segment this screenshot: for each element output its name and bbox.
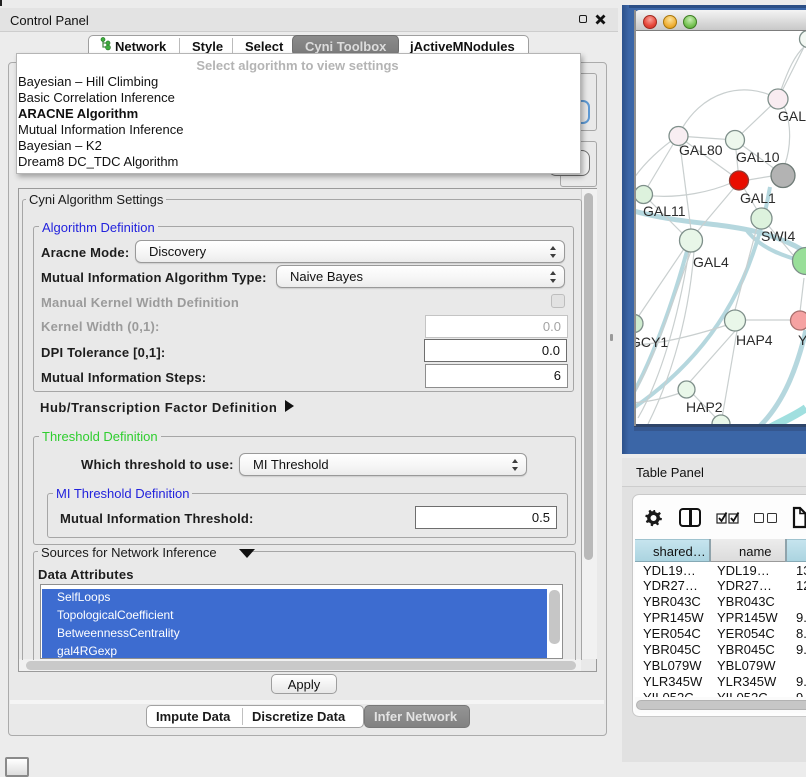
svg-text:SWI4: SWI4 [761,228,795,244]
svg-text:GAL1: GAL1 [740,190,776,206]
svg-text:HAP4: HAP4 [736,332,773,348]
svg-text:GAL: GAL [778,108,806,124]
svg-text:GAL10: GAL10 [736,149,780,165]
svg-text:GAL11: GAL11 [643,203,686,219]
svg-text:GAL80: GAL80 [679,142,723,158]
svg-text:GAL4: GAL4 [693,254,729,270]
svg-text:HAP2: HAP2 [686,399,723,415]
svg-text:GCY1: GCY1 [635,334,668,350]
svg-text:Y: Y [798,332,806,348]
